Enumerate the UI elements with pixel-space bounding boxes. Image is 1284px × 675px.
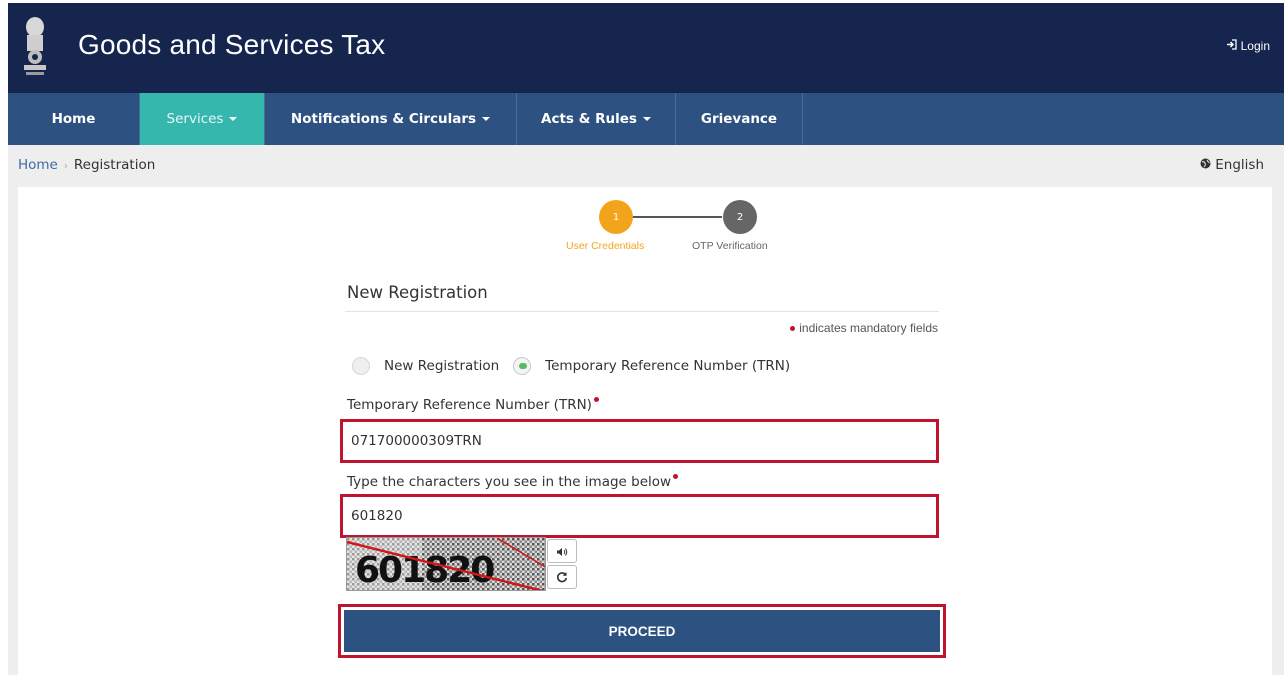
chevron-down-icon — [229, 117, 238, 121]
mandatory-note: indicates mandatory fields — [790, 321, 938, 335]
captcha-field-highlight — [340, 494, 939, 538]
breadcrumb: Home › Registration — [18, 157, 155, 173]
captcha-input[interactable] — [349, 501, 930, 531]
step-2-indicator: 2 — [723, 200, 757, 234]
nav-item-home[interactable]: Home — [8, 93, 140, 145]
trn-input[interactable] — [349, 426, 930, 456]
nav-item-label: Home — [51, 111, 96, 127]
site-title: Goods and Services Tax — [78, 29, 386, 60]
speaker-icon — [556, 542, 568, 561]
sign-in-icon — [1226, 39, 1237, 53]
radio-new-registration-label[interactable]: New Registration — [384, 358, 499, 374]
trn-field-highlight — [340, 419, 939, 463]
breadcrumb-bar: Home › Registration English — [8, 145, 1284, 187]
trn-label-text: Temporary Reference Number (TRN) — [347, 397, 592, 413]
radio-trn-label[interactable]: Temporary Reference Number (TRN) — [545, 358, 790, 374]
globe-icon — [1200, 157, 1211, 173]
login-label: Login — [1240, 39, 1270, 53]
trn-field-label: Temporary Reference Number (TRN) — [347, 397, 599, 413]
captcha-audio-button[interactable] — [547, 539, 577, 563]
radio-new-registration[interactable] — [352, 357, 370, 375]
captcha-refresh-button[interactable] — [547, 565, 577, 589]
nav-item-label: Notifications & Circulars — [290, 111, 477, 127]
step-1-label: User Credentials — [566, 240, 645, 252]
step-1-indicator: 1 — [599, 200, 633, 234]
language-label: English — [1215, 157, 1264, 173]
captcha-field-label: Type the characters you see in the image… — [347, 474, 679, 490]
nav-item-label: Services — [166, 111, 224, 127]
nav-item-services[interactable]: Services — [140, 93, 265, 145]
proceed-button[interactable]: PROCEED — [344, 610, 940, 652]
national-emblem-icon — [20, 13, 50, 79]
login-link[interactable]: Login — [1226, 39, 1270, 53]
required-dot-icon — [790, 325, 796, 331]
breadcrumb-separator-icon: › — [63, 161, 68, 172]
nav-item-label: Acts & Rules — [541, 111, 637, 127]
main-nav: Home Services Notifications & Circulars … — [8, 93, 1284, 145]
stepper-connector — [632, 216, 722, 218]
mandatory-note-text: indicates mandatory fields — [799, 321, 938, 335]
form-title: New Registration — [347, 283, 488, 302]
captcha-label-text: Type the characters you see in the image… — [347, 474, 672, 490]
site-header: Goods and Services Tax Login — [8, 3, 1284, 93]
breadcrumb-current: Registration — [73, 157, 156, 173]
refresh-icon — [556, 568, 568, 587]
nav-item-label: Grievance — [700, 111, 778, 127]
required-dot-icon — [673, 474, 679, 479]
language-selector[interactable]: English — [1200, 157, 1264, 173]
chevron-down-icon — [642, 117, 651, 121]
nav-item-grievance[interactable]: Grievance — [676, 93, 803, 145]
nav-item-notifications[interactable]: Notifications & Circulars — [265, 93, 517, 145]
proceed-button-highlight: PROCEED — [338, 604, 946, 658]
captcha-image-text: 601820 — [355, 550, 494, 591]
step-2-label: OTP Verification — [692, 240, 768, 252]
registration-type-radio-group: New Registration Temporary Reference Num… — [352, 357, 804, 375]
breadcrumb-home-link[interactable]: Home — [18, 157, 58, 173]
nav-item-acts-rules[interactable]: Acts & Rules — [517, 93, 676, 145]
chevron-down-icon — [482, 117, 491, 121]
required-dot-icon — [593, 397, 599, 402]
radio-trn[interactable] — [513, 357, 532, 375]
captcha-image: 601820 — [346, 537, 546, 591]
form-divider — [345, 311, 939, 312]
